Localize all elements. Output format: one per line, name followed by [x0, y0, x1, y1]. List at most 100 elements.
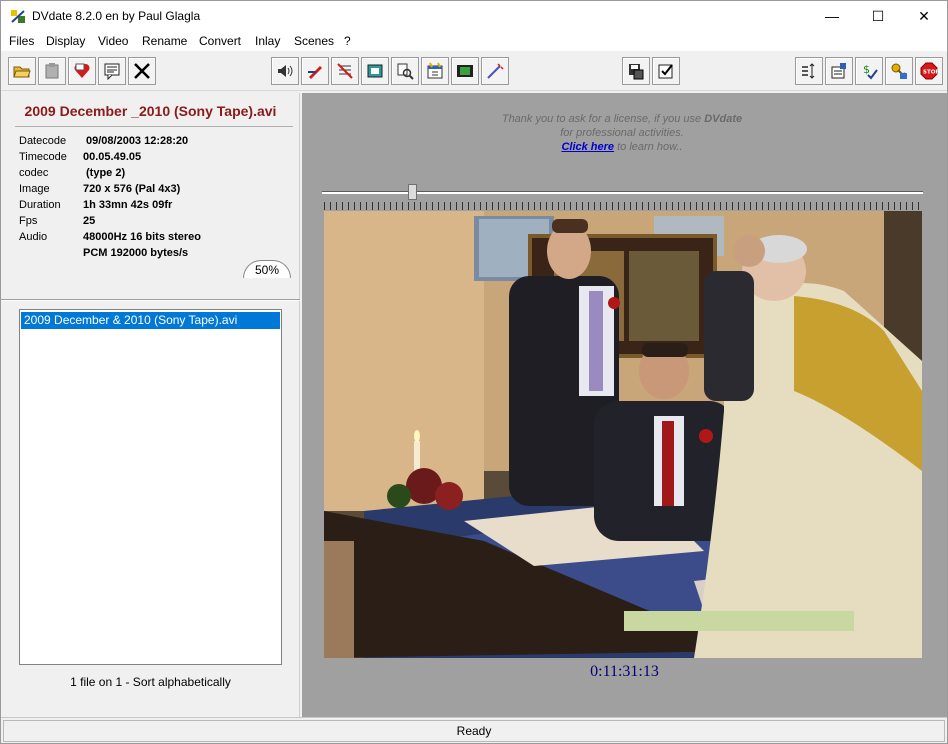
video-image	[324, 211, 922, 658]
info-value: 09/08/2003 12:28:20	[86, 135, 189, 147]
maximize-icon: ☐	[871, 7, 885, 24]
zoom-indicator[interactable]: 50%	[243, 260, 291, 278]
maximize-button[interactable]: ☐	[855, 1, 901, 31]
info-value: 48000Hz 16 bits stereo	[83, 231, 202, 243]
license-text: to learn how..	[614, 141, 683, 153]
divider	[15, 126, 293, 127]
license-button[interactable]: $	[855, 57, 883, 85]
list-item[interactable]: 2009 December & 2010 (Sony Tape).avi	[21, 312, 280, 329]
license-link[interactable]: Click here	[561, 141, 614, 153]
close-icon: ✕	[918, 7, 930, 24]
license-line-1: Thank you to ask for a license, if you u…	[422, 112, 822, 126]
menu-scenes[interactable]: Scenes	[294, 34, 334, 48]
file-title: 2009 December _2010 (Sony Tape).avi	[24, 103, 277, 119]
license-text: Thank you to ask for a license, if you u…	[501, 113, 705, 125]
license-line-2: for professional activities.	[560, 127, 684, 139]
speaker-icon	[278, 65, 293, 77]
window-title: DVdate 8.2.0 en by Paul Glagla	[32, 9, 201, 23]
info-value: 720 x 576 (Pal 4x3)	[83, 183, 181, 195]
save-disk-icon	[629, 64, 644, 80]
search-button[interactable]	[391, 57, 419, 85]
film-button[interactable]	[451, 57, 479, 85]
paste-icon	[45, 63, 59, 79]
svg-text:$: $	[863, 63, 870, 76]
info-label: Audio	[19, 231, 48, 243]
list-arrows-icon	[802, 63, 815, 79]
menu-convert[interactable]: Convert	[199, 34, 241, 48]
license-app-name: DVdate	[704, 113, 743, 125]
seek-slider-thumb[interactable]	[408, 184, 417, 200]
file-info-panel: 2009 December _2010 (Sony Tape).avi Date…	[1, 93, 300, 717]
calendar-button[interactable]	[421, 57, 449, 85]
audio-button[interactable]	[271, 57, 299, 85]
paste-button[interactable]	[38, 57, 66, 85]
license-line-3: Click here to learn how..	[422, 140, 822, 154]
file-count-status: 1 file on 1 - Sort alphabetically	[70, 675, 231, 689]
edit-pencil-icon	[308, 66, 322, 79]
panel-divider	[1, 299, 300, 301]
menu-display[interactable]: Display	[46, 34, 85, 48]
key-icon	[891, 63, 907, 79]
properties-button[interactable]	[825, 57, 853, 85]
properties-icon	[831, 63, 846, 79]
close-button[interactable]: ✕	[901, 1, 947, 31]
info-label: Timecode	[19, 151, 67, 163]
info-value: (type 2)	[86, 167, 126, 179]
video-panel: Thank you to ask for a license, if you u…	[302, 93, 947, 717]
menu-bar: Files Display Video Rename Convert Inlay…	[1, 31, 947, 51]
edit-button[interactable]	[301, 57, 329, 85]
menu-inlay[interactable]: Inlay	[255, 34, 280, 48]
strike-button[interactable]	[331, 57, 359, 85]
frame-icon	[367, 64, 383, 78]
film-icon	[457, 65, 473, 77]
info-value: 25	[83, 215, 96, 227]
info-value: 00.05.49.05	[83, 151, 142, 163]
menu-rename[interactable]: Rename	[142, 34, 187, 48]
stop-icon: STOP	[920, 62, 938, 80]
sort-button[interactable]	[795, 57, 823, 85]
favorite-button[interactable]	[68, 57, 96, 85]
checkbox-icon	[658, 64, 673, 79]
menu-video[interactable]: Video	[98, 34, 128, 48]
validate-button[interactable]	[652, 57, 680, 85]
menu-files[interactable]: Files	[9, 34, 34, 48]
calendar-icon	[427, 62, 443, 79]
minimize-icon: —	[825, 8, 839, 24]
search-icon	[397, 63, 414, 80]
heart-icon	[74, 63, 90, 78]
info-label: Fps	[19, 215, 38, 227]
timecode-display: 0:11:31:13	[590, 663, 659, 680]
info-label: codec	[19, 167, 49, 179]
dollar-check-icon: $	[863, 63, 878, 80]
comment-icon	[104, 63, 120, 80]
title-bar: DVdate 8.2.0 en by Paul Glagla — ☐ ✕	[1, 1, 947, 31]
close-x-icon	[134, 63, 150, 79]
info-value: PCM 192000 bytes/s	[83, 247, 189, 259]
status-bar: Ready	[1, 717, 947, 743]
seek-ticks	[324, 202, 922, 210]
open-folder-icon	[13, 66, 31, 78]
status-text: Ready	[3, 720, 945, 742]
magic-wand-icon	[487, 63, 504, 79]
svg-text:STOP: STOP	[923, 70, 938, 76]
open-button[interactable]	[8, 57, 36, 85]
file-list[interactable]: 2009 December & 2010 (Sony Tape).avi	[19, 309, 282, 665]
delete-button[interactable]	[128, 57, 156, 85]
app-window: DVdate 8.2.0 en by Paul Glagla — ☐ ✕ Fil…	[0, 0, 948, 744]
info-value: 1h 33mn 42s 09fr	[83, 199, 173, 211]
menu-help[interactable]: ?	[344, 34, 351, 48]
comment-button[interactable]	[98, 57, 126, 85]
toolbar: $ STOP	[1, 51, 947, 91]
info-label: Duration	[19, 199, 61, 211]
register-button[interactable]	[885, 57, 913, 85]
wand-button[interactable]	[481, 57, 509, 85]
license-notice: Thank you to ask for a license, if you u…	[422, 112, 822, 154]
save-button[interactable]	[622, 57, 650, 85]
minimize-button[interactable]: —	[809, 1, 855, 31]
info-label: Image	[19, 183, 50, 195]
strikethrough-icon	[337, 63, 353, 79]
video-frame[interactable]	[324, 211, 922, 658]
frame-button[interactable]	[361, 57, 389, 85]
app-logo-icon	[11, 10, 25, 23]
stop-button[interactable]: STOP	[915, 57, 943, 85]
